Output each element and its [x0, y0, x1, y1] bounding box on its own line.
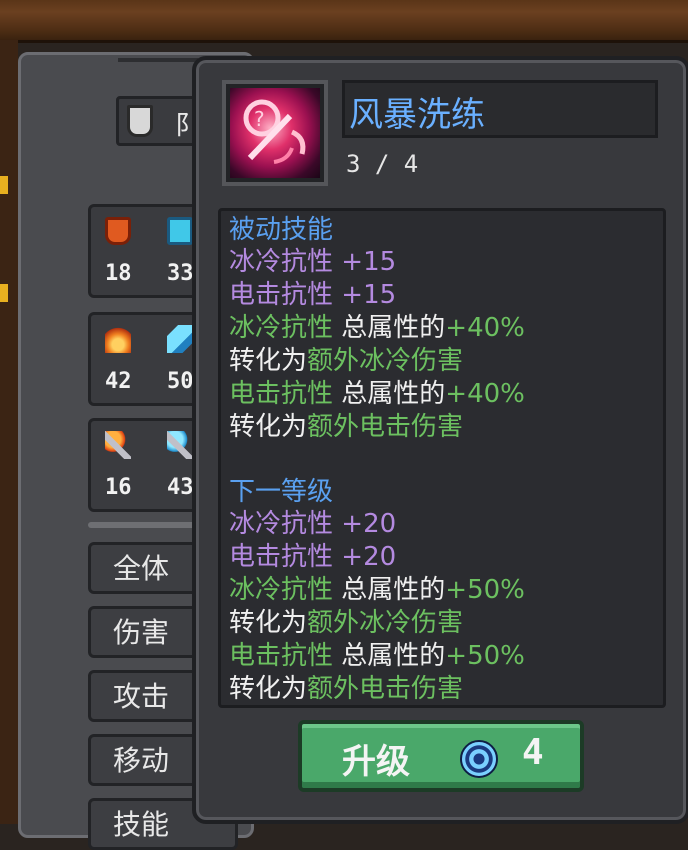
skill-title-frame: 风暴洗练 — [342, 80, 658, 138]
ice-weapon-value: 43 — [167, 475, 194, 500]
ice-resist-value: 33 — [167, 261, 194, 286]
effect-text: 电击抗性 — [229, 379, 334, 409]
effect-line: 冰冷抗性 +15 — [229, 247, 396, 277]
effect-text: 冰冷抗性 — [229, 509, 334, 539]
storm-skill-icon: ? — [230, 88, 320, 178]
ice-sword-icon — [167, 431, 193, 459]
effect-text: +15 — [333, 247, 397, 277]
effect-text: 额外冰冷伤害 — [307, 608, 464, 638]
effect-text: 电击抗性 — [229, 280, 334, 310]
wood-frame-left — [0, 40, 18, 824]
ice-shard-icon — [167, 325, 193, 353]
ice-crystal-icon — [167, 217, 193, 245]
section-header-current: 被动技能 — [229, 215, 334, 245]
effect-line: 冰冷抗性 总属性的+40% — [229, 313, 525, 343]
effect-text: +15 — [333, 280, 397, 310]
effect-line: 冰冷抗性 +20 — [229, 509, 396, 539]
effect-text: +40% — [445, 379, 525, 409]
effect-text: 转化为 — [229, 412, 308, 442]
effect-text: 冰冷抗性 — [229, 247, 334, 277]
effect-text: 额外电击伤害 — [307, 412, 464, 442]
effect-text: 电击抗性 — [229, 542, 334, 572]
svg-text:?: ? — [254, 107, 265, 131]
effect-text: 额外电击伤害 — [307, 674, 464, 704]
section-header-next: 下一等级 — [229, 477, 334, 507]
wood-frame-top — [0, 0, 688, 43]
upgrade-label: 升级 — [342, 742, 410, 782]
fire-resist-value: 18 — [105, 261, 132, 286]
effect-text: 转化为 — [229, 346, 308, 376]
effect-text: 电击抗性 — [229, 641, 334, 671]
effect-line: 电击抗性 总属性的+50% — [229, 641, 525, 671]
skill-description: 被动技能 冰冷抗性 +15 电击抗性 +15 冰冷抗性 总属性的+40% 转化为额外冰… — [218, 208, 666, 708]
effect-text: 总属性的 — [333, 641, 446, 671]
effect-line: 电击抗性 总属性的+40% — [229, 379, 525, 409]
fire-damage-value: 42 — [105, 369, 132, 394]
effect-text: +50% — [445, 641, 525, 671]
effect-text: +20 — [333, 509, 397, 539]
fire-icon — [105, 325, 131, 353]
effect-text: 总属性的 — [333, 379, 446, 409]
effect-line: 转化为额外冰冷伤害 — [229, 346, 463, 376]
fire-shield-icon — [105, 217, 131, 245]
effect-text: +50% — [445, 575, 525, 605]
effect-text: 总属性的 — [333, 575, 446, 605]
gold-marker — [0, 176, 8, 194]
effect-text: 冰冷抗性 — [229, 575, 334, 605]
effect-text: +40% — [445, 313, 525, 343]
upgrade-cost: 4 — [522, 732, 544, 773]
effect-text: +20 — [333, 542, 397, 572]
upgrade-button[interactable]: 升级 4 — [298, 720, 584, 792]
effect-line: 转化为额外冰冷伤害 — [229, 608, 463, 638]
fire-weapon-value: 16 — [105, 475, 132, 500]
effect-text: 额外冰冷伤害 — [307, 346, 464, 376]
effect-text: 转化为 — [229, 674, 308, 704]
equipment-slot-top — [118, 58, 198, 88]
fire-sword-icon — [105, 431, 131, 459]
skill-title: 风暴洗练 — [349, 95, 485, 135]
shield-icon — [127, 105, 153, 137]
effect-text: 冰冷抗性 — [229, 313, 334, 343]
effect-text: 总属性的 — [333, 313, 446, 343]
skill-icon-frame: ? — [222, 80, 328, 186]
effect-text: 转化为 — [229, 608, 308, 638]
effect-line: 转化为额外电击伤害 — [229, 412, 463, 442]
swirl-gem-icon — [460, 740, 498, 778]
effect-line: 电击抗性 +15 — [229, 280, 396, 310]
effect-line: 电击抗性 +20 — [229, 542, 396, 572]
effect-line: 冰冷抗性 总属性的+50% — [229, 575, 525, 605]
ice-damage-value: 50 — [167, 369, 194, 394]
effect-line: 转化为额外电击伤害 — [229, 674, 463, 704]
skill-level: 3 / 4 — [346, 150, 419, 178]
gold-marker — [0, 284, 8, 302]
